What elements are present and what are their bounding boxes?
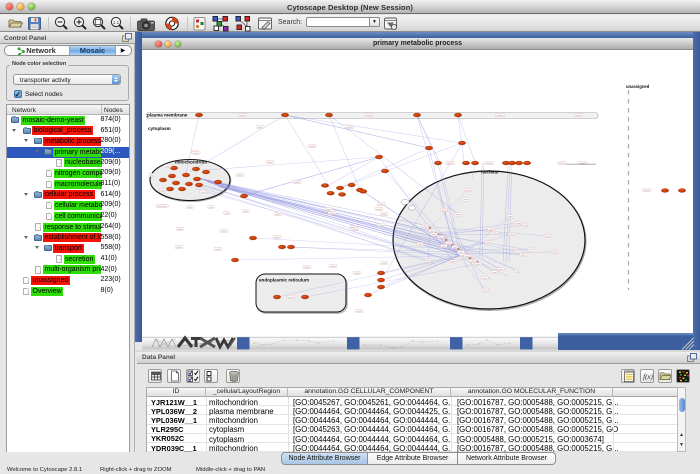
svg-text:1:1: 1:1 <box>113 20 120 25</box>
svg-text:cytoplasm: cytoplasm <box>148 126 171 131</box>
svg-text:endoplasmic reticulum: endoplasmic reticulum <box>259 278 309 283</box>
svg-text:plasma membrane: plasma membrane <box>147 113 188 118</box>
svg-text:f(x): f(x) <box>643 373 653 381</box>
svg-text:mitochondrion: mitochondrion <box>175 160 207 165</box>
svg-text:nucleus: nucleus <box>481 170 499 175</box>
svg-text:unassigned: unassigned <box>626 84 650 89</box>
svg-text:aaaaaaaaaaaaaaaaaa: aaaaaaaaaaaaaaaaaa <box>566 162 596 166</box>
